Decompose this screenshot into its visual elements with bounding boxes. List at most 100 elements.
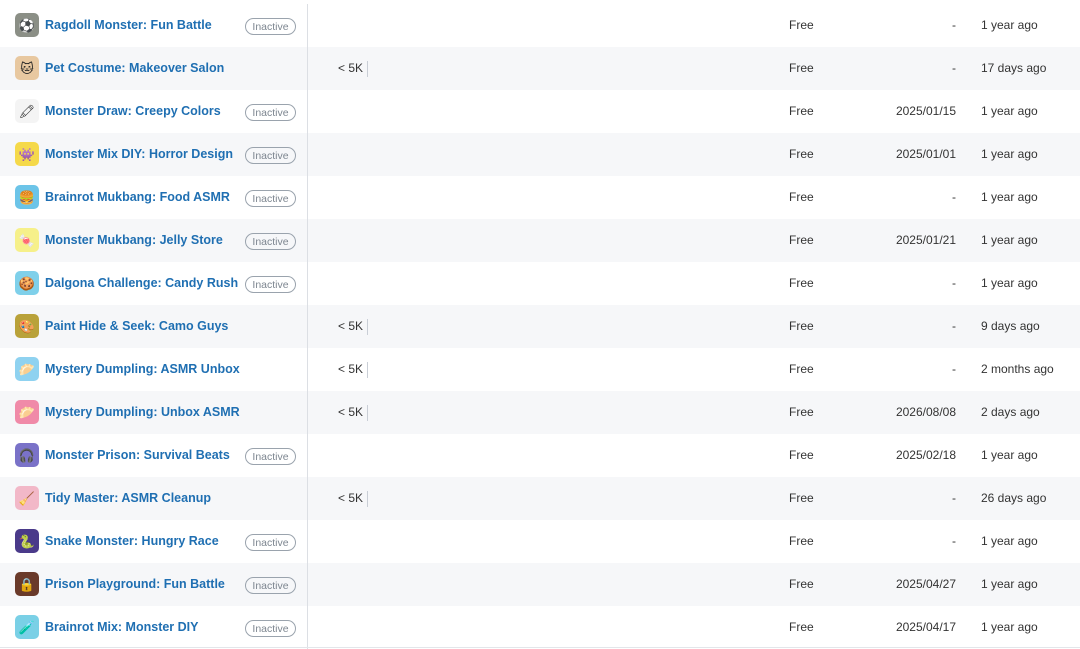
app-name-cell: 🔒 Prison Playground: Fun Battle Inactive	[0, 563, 308, 606]
downloads-value: < 5K	[338, 319, 364, 333]
price-value: Free	[789, 18, 814, 32]
table-row[interactable]: 🥟 Mystery Dumpling: ASMR Unbox < 5K Free - 2 …	[0, 348, 1080, 391]
table-row[interactable]: 🐱 Pet Costume: Makeover Salon < 5K Free - 17 …	[0, 47, 1080, 90]
mystery-dumpling-icon[interactable]: 🥟	[15, 357, 39, 381]
dalgona-icon[interactable]: 🍪	[15, 271, 39, 295]
brainrot-mukbang-icon[interactable]: 🍔	[15, 185, 39, 209]
last-updated-value: 1 year ago	[981, 620, 1038, 634]
downloads-bar	[367, 319, 368, 335]
app-title-link[interactable]: Dalgona Challenge: Candy Rush	[45, 262, 238, 305]
last-updated-value: 1 year ago	[981, 190, 1038, 204]
status-badge: Inactive	[245, 577, 296, 594]
release-date-value: -	[952, 319, 956, 333]
release-date-value: 2025/02/18	[895, 448, 956, 462]
status-badge: Inactive	[245, 18, 296, 35]
app-title-link[interactable]: Brainrot Mukbang: Food ASMR	[45, 176, 230, 219]
release-date-value: -	[952, 61, 956, 75]
last-updated-value: 9 days ago	[981, 319, 1040, 333]
app-title-link[interactable]: Pet Costume: Makeover Salon	[45, 47, 224, 90]
release-date-value: 2025/04/27	[895, 577, 956, 591]
monster-prison-icon[interactable]: 🎧	[15, 443, 39, 467]
table-row[interactable]: 🖍 Monster Draw: Creepy Colors Inactive Free…	[0, 90, 1080, 133]
table-bottom-divider	[0, 647, 1080, 648]
table-row[interactable]: 🍔 Brainrot Mukbang: Food ASMR Inactive Free…	[0, 176, 1080, 219]
paint-hide-seek-icon[interactable]: 🎨	[15, 314, 39, 338]
release-date-value: -	[952, 362, 956, 376]
app-title-link[interactable]: Mystery Dumpling: ASMR Unbox	[45, 348, 240, 391]
app-title-link[interactable]: Tidy Master: ASMR Cleanup	[45, 477, 211, 520]
app-title-link[interactable]: Snake Monster: Hungry Race	[45, 520, 219, 563]
monster-draw-icon[interactable]: 🖍	[15, 99, 39, 123]
last-updated-value: 2 months ago	[981, 362, 1054, 376]
release-date-value: 2025/01/01	[895, 147, 956, 161]
downloads-value: < 5K	[338, 362, 364, 376]
app-name-cell: 🥟 Mystery Dumpling: Unbox ASMR	[0, 391, 308, 434]
app-name-cell: 🍪 Dalgona Challenge: Candy Rush Inactive	[0, 262, 308, 305]
downloads-value: < 5K	[338, 491, 364, 505]
last-updated-value: 1 year ago	[981, 233, 1038, 247]
prison-playground-icon[interactable]: 🔒	[15, 572, 39, 596]
app-title-link[interactable]: Paint Hide & Seek: Camo Guys	[45, 305, 228, 348]
price-value: Free	[789, 276, 814, 290]
release-date-value: 2026/08/08	[895, 405, 956, 419]
table-row[interactable]: 🎧 Monster Prison: Survival Beats Inactive F…	[0, 434, 1080, 477]
status-badge: Inactive	[245, 620, 296, 637]
table-row[interactable]: 🥟 Mystery Dumpling: Unbox ASMR < 5K Free 202…	[0, 391, 1080, 434]
table-row[interactable]: 🎨 Paint Hide & Seek: Camo Guys < 5K Free - 9 …	[0, 305, 1080, 348]
price-value: Free	[789, 448, 814, 462]
table-row[interactable]: 🍬 Monster Mukbang: Jelly Store Inactive Fre…	[0, 219, 1080, 262]
pet-costume-icon[interactable]: 🐱	[15, 56, 39, 80]
release-date-value: -	[952, 534, 956, 548]
app-title-link[interactable]: Monster Prison: Survival Beats	[45, 434, 230, 477]
last-updated-value: 1 year ago	[981, 534, 1038, 548]
last-updated-value: 1 year ago	[981, 104, 1038, 118]
downloads-bar	[367, 405, 368, 421]
table-row[interactable]: 🧹 Tidy Master: ASMR Cleanup < 5K Free - 26 da…	[0, 477, 1080, 520]
app-title-link[interactable]: Brainrot Mix: Monster DIY	[45, 606, 199, 649]
last-updated-value: 1 year ago	[981, 276, 1038, 290]
release-date-value: -	[952, 276, 956, 290]
price-value: Free	[789, 104, 814, 118]
monster-mix-icon[interactable]: 👾	[15, 142, 39, 166]
app-title-link[interactable]: Ragdoll Monster: Fun Battle	[45, 4, 212, 47]
price-value: Free	[789, 61, 814, 75]
app-name-cell: 🐱 Pet Costume: Makeover Salon	[0, 47, 308, 90]
app-name-cell: 🐍 Snake Monster: Hungry Race Inactive	[0, 520, 308, 563]
status-badge: Inactive	[245, 233, 296, 250]
app-title-link[interactable]: Monster Draw: Creepy Colors	[45, 90, 221, 133]
release-date-value: 2025/01/21	[895, 233, 956, 247]
app-title-link[interactable]: Prison Playground: Fun Battle	[45, 563, 225, 606]
table-row[interactable]: 🍪 Dalgona Challenge: Candy Rush Inactive Fr…	[0, 262, 1080, 305]
price-value: Free	[789, 534, 814, 548]
table-row[interactable]: ⚽ Ragdoll Monster: Fun Battle Inactive Free…	[0, 4, 1080, 47]
price-value: Free	[789, 577, 814, 591]
tidy-master-icon[interactable]: 🧹	[15, 486, 39, 510]
price-value: Free	[789, 233, 814, 247]
app-name-cell: 👾 Monster Mix DIY: Horror Design Inactive	[0, 133, 308, 176]
app-name-cell: 🍬 Monster Mukbang: Jelly Store Inactive	[0, 219, 308, 262]
status-badge: Inactive	[245, 276, 296, 293]
app-name-cell: 🍔 Brainrot Mukbang: Food ASMR Inactive	[0, 176, 308, 219]
app-title-link[interactable]: Monster Mukbang: Jelly Store	[45, 219, 223, 262]
downloads-bar	[367, 362, 368, 378]
snake-monster-icon[interactable]: 🐍	[15, 529, 39, 553]
table-row[interactable]: 🐍 Snake Monster: Hungry Race Inactive Free -…	[0, 520, 1080, 563]
status-badge: Inactive	[245, 190, 296, 207]
price-value: Free	[789, 620, 814, 634]
downloads-bar	[367, 491, 368, 507]
table-row[interactable]: 🔒 Prison Playground: Fun Battle Inactive Fr…	[0, 563, 1080, 606]
app-name-cell: 🎧 Monster Prison: Survival Beats Inactive	[0, 434, 308, 477]
ragdoll-monster-icon[interactable]: ⚽	[15, 13, 39, 37]
table-row[interactable]: 🧪 Brainrot Mix: Monster DIY Inactive Free 20…	[0, 606, 1080, 649]
app-title-link[interactable]: Mystery Dumpling: Unbox ASMR	[45, 391, 240, 434]
status-badge: Inactive	[245, 448, 296, 465]
release-date-value: -	[952, 18, 956, 32]
apps-table: ⚽ Ragdoll Monster: Fun Battle Inactive Free…	[0, 0, 1080, 649]
brainrot-mix-icon[interactable]: 🧪	[15, 615, 39, 639]
price-value: Free	[789, 362, 814, 376]
monster-mukbang-icon[interactable]: 🍬	[15, 228, 39, 252]
app-name-cell: 🎨 Paint Hide & Seek: Camo Guys	[0, 305, 308, 348]
mystery-dumpling-unbox-icon[interactable]: 🥟	[15, 400, 39, 424]
app-title-link[interactable]: Monster Mix DIY: Horror Design	[45, 133, 233, 176]
table-row[interactable]: 👾 Monster Mix DIY: Horror Design Inactive F…	[0, 133, 1080, 176]
